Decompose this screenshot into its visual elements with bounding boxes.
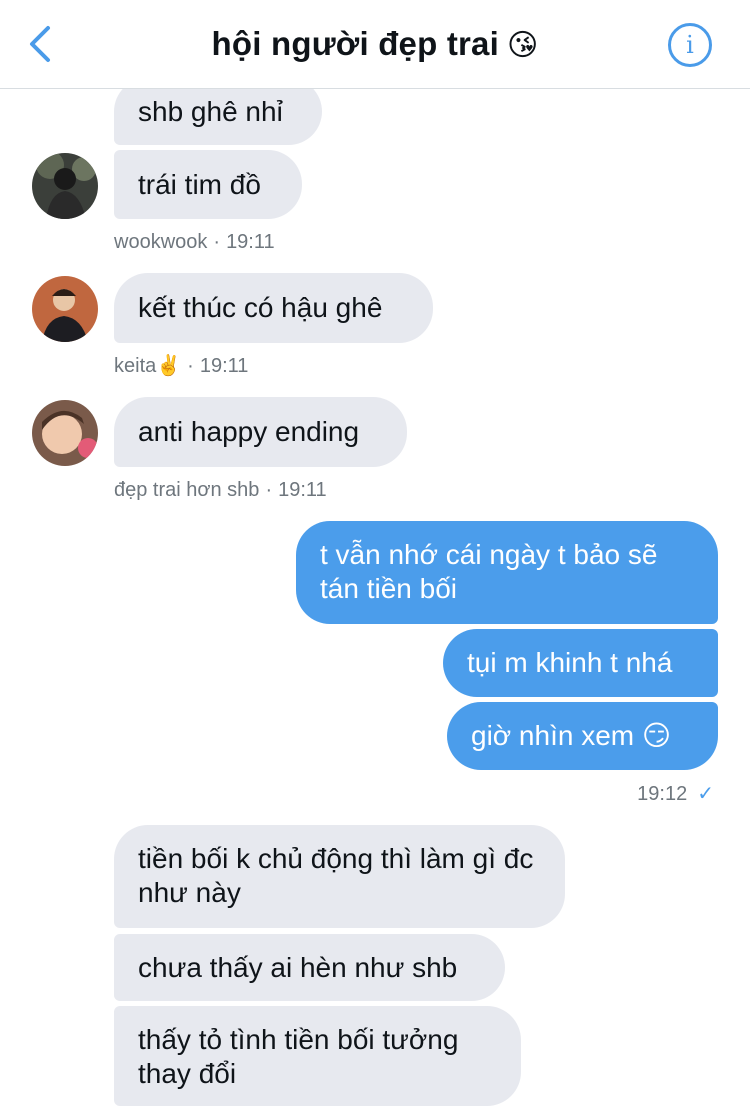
- message-text: kết thúc có hậu ghê: [138, 292, 383, 323]
- message-bubble[interactable]: trái tim đồ: [114, 150, 302, 219]
- message-meta: wookwook · 19:11: [114, 231, 275, 253]
- avatar[interactable]: [32, 276, 98, 342]
- message-bubble[interactable]: anti happy ending: [114, 397, 407, 467]
- sender-name: keita✌️: [114, 355, 182, 377]
- message-meta: đẹp trai hơn shb · 19:11: [114, 479, 327, 501]
- avatar-photo: [32, 276, 98, 342]
- message-text: t vẫn nhớ cái ngày t bảo sẽ tán tiền bối: [320, 539, 658, 604]
- timestamp: 19:11: [199, 355, 249, 377]
- sender-name: wookwook: [114, 231, 208, 253]
- message-text: anti happy ending: [138, 416, 360, 447]
- message-bubble[interactable]: thấy tỏ tình tiền bối tưởng thay đổi: [114, 1006, 521, 1106]
- kissing-face-icon: 😘: [506, 29, 539, 62]
- title-text: hội người đẹp trai: [211, 25, 499, 62]
- message-meta: 19:12 ✓: [637, 782, 714, 806]
- message-text: giờ nhìn xem 😏: [471, 720, 672, 751]
- conversation-title: hội người đẹp trai 😘: [0, 24, 750, 66]
- message-text: tiền bối k chủ động thì làm gì đc như nà…: [138, 843, 534, 908]
- sender-name: đẹp trai hơn shb: [114, 479, 260, 501]
- timestamp: 19:11: [226, 231, 275, 253]
- conversation-header: hội người đẹp trai 😘 i: [0, 0, 750, 89]
- message-bubble[interactable]: chưa thấy ai hèn như shb: [114, 934, 505, 1001]
- message-text: tụi m khinh t nhá: [467, 647, 673, 678]
- checkmark-icon: ✓: [697, 783, 714, 805]
- message-bubble[interactable]: t vẫn nhớ cái ngày t bảo sẽ tán tiền bối: [296, 521, 718, 624]
- message-text: thấy tỏ tình tiền bối tưởng thay đổi: [138, 1024, 459, 1089]
- message-text: chưa thấy ai hèn như shb: [138, 951, 458, 983]
- info-icon: i: [686, 31, 694, 59]
- timestamp: 19:11: [278, 479, 327, 501]
- message-bubble[interactable]: tiền bối k chủ động thì làm gì đc như nà…: [114, 825, 565, 928]
- avatar-photo: [32, 153, 98, 219]
- avatar[interactable]: [32, 153, 98, 219]
- message-bubble[interactable]: giờ nhìn xem 😏: [447, 702, 718, 770]
- avatar[interactable]: [32, 400, 98, 466]
- timestamp: 19:12: [637, 783, 688, 805]
- message-bubble[interactable]: tụi m khinh t nhá: [443, 629, 718, 697]
- message-text: shb ghê nhỉ: [138, 95, 283, 127]
- message-text: trái tim đồ: [138, 168, 261, 200]
- info-button[interactable]: i: [668, 23, 712, 67]
- message-bubble[interactable]: kết thúc có hậu ghê: [114, 273, 433, 343]
- avatar-photo: [32, 400, 98, 466]
- message-meta: keita✌️ · 19:11: [114, 355, 249, 377]
